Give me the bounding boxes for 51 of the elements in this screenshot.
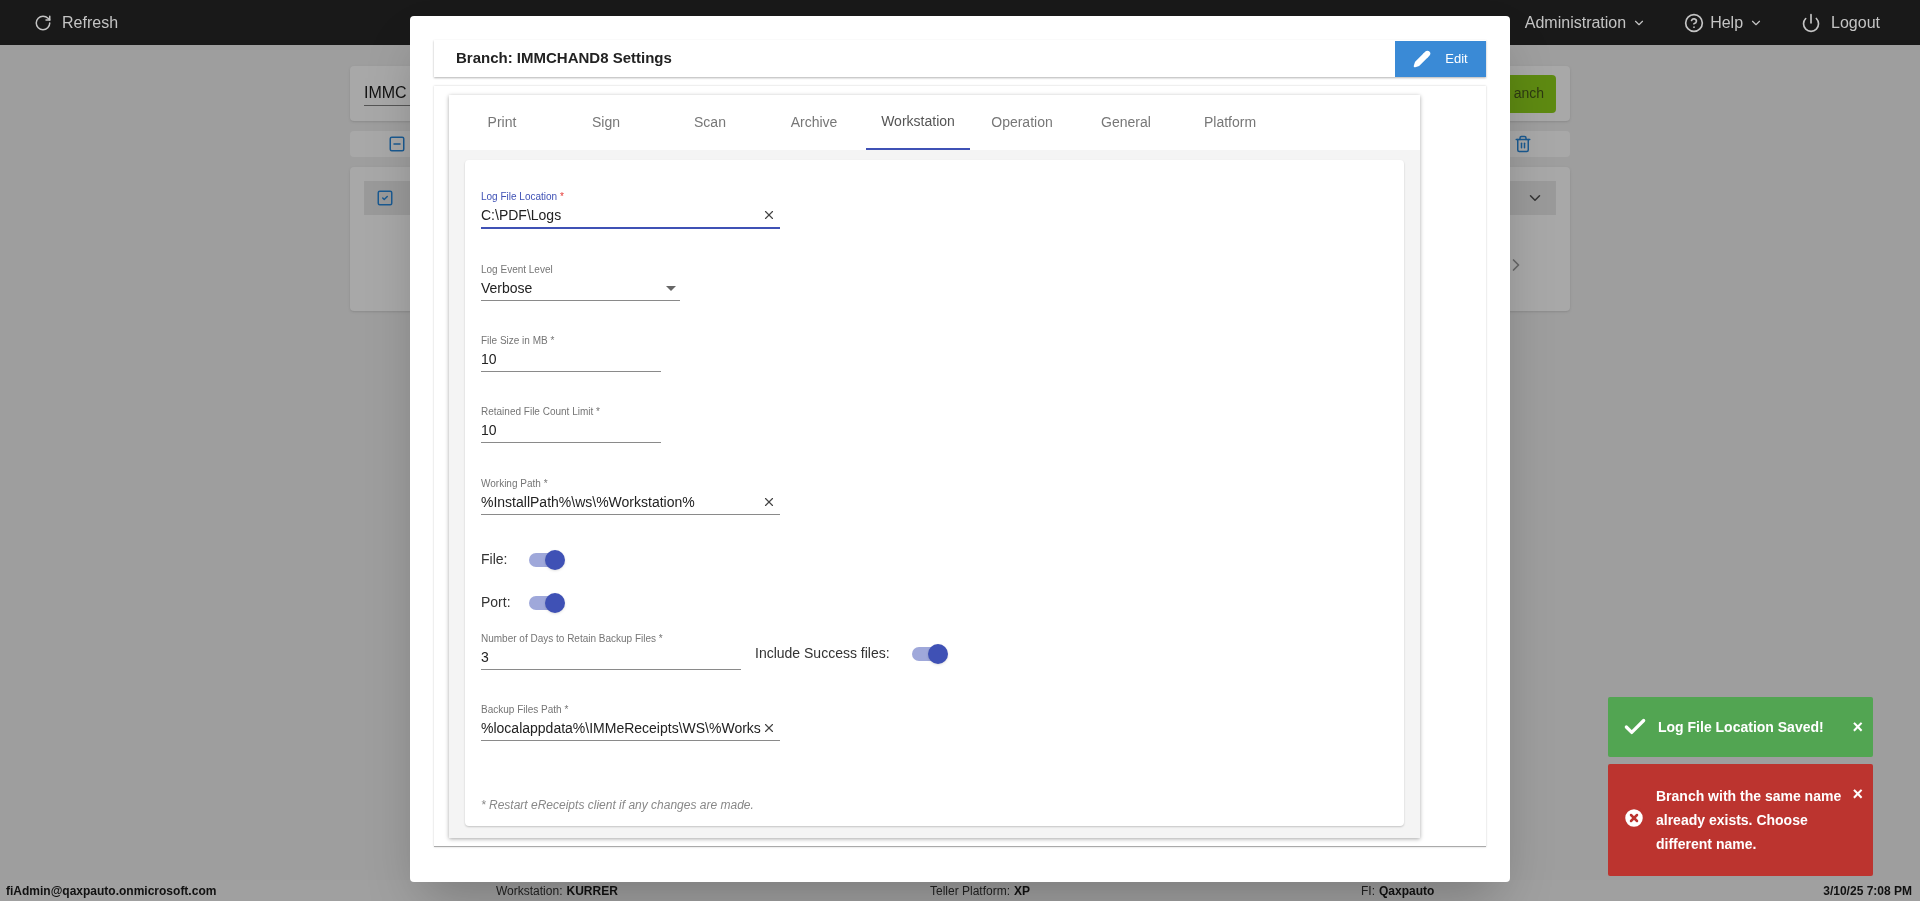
dialog-title: Branch: IMMCHAND8 Settings [456, 48, 672, 69]
power-icon [1801, 12, 1822, 33]
status-label: FI: [1361, 882, 1375, 900]
user-email: fiAdmin@qaxpauto.onmicrosoft.com [6, 882, 218, 900]
toggle-label: Include Success files: [755, 644, 890, 663]
tab[interactable]: Workstation [866, 95, 970, 150]
date-time: 3/10/25 7:08 PM [1823, 882, 1912, 900]
toggle-switch[interactable] [529, 592, 565, 613]
toggle-label: Port: [481, 593, 509, 612]
input-field[interactable]: Working Path * %InstallPath%\ws\%Workstation% [481, 477, 780, 515]
toast-message: Branch with the same name already exists. Choose different name. [1656, 787, 1843, 854]
tab[interactable]: Print [450, 95, 554, 150]
status-value: XP [1014, 882, 1031, 900]
toggle-switch[interactable] [529, 549, 565, 570]
input-field[interactable]: File Size in MB * 10 [481, 334, 661, 372]
tab[interactable]: General [1074, 95, 1178, 150]
status-label: Teller Platform: [930, 882, 1011, 900]
pencil-icon [1413, 49, 1432, 68]
status-value: Qaxpauto [1379, 882, 1435, 900]
refresh-button[interactable]: Refresh [34, 10, 119, 35]
clear-icon[interactable] [762, 495, 776, 509]
tab[interactable]: Scan [658, 95, 762, 150]
toggle-switch[interactable] [911, 643, 948, 664]
deselect-all-icon[interactable] [388, 135, 406, 153]
checkbox-icon[interactable] [376, 189, 394, 207]
help-icon [1684, 12, 1705, 33]
toast-message: Log File Location Saved! [1658, 718, 1825, 737]
toggle-label: File: [481, 550, 509, 569]
refresh-icon [34, 13, 52, 32]
error-icon [1622, 806, 1646, 830]
input-field[interactable]: Backup Files Path * %localappdata%\IMMeReceipts\WS\%Works [481, 703, 780, 741]
clear-icon[interactable] [762, 208, 776, 222]
tab[interactable]: Archive [762, 95, 866, 150]
input-field[interactable]: Number of Days to Retain Backup Files * 3 [481, 632, 741, 670]
tab[interactable]: Platform [1178, 95, 1282, 150]
input-field[interactable]: Log File Location * C:\PDF\Logs [481, 190, 780, 229]
delete-icon[interactable] [1514, 135, 1532, 153]
edit-button[interactable]: Edit [1395, 40, 1486, 77]
tab[interactable]: Operation [970, 95, 1074, 150]
logout-button[interactable]: Logout [1801, 10, 1880, 35]
menu-button[interactable]: Administration [1524, 10, 1647, 35]
input-field[interactable]: Retained File Count Limit * 10 [481, 405, 661, 443]
restart-note: * Restart eReceipts client if any changes are made. [481, 797, 754, 814]
clear-icon[interactable] [762, 721, 776, 735]
status-value: KURRER [566, 882, 618, 900]
close-button[interactable]: × [1852, 784, 1863, 804]
menu-button[interactable]: Help [1684, 10, 1764, 35]
status-label: Workstation: [496, 882, 563, 900]
tab[interactable]: Sign [554, 95, 658, 150]
dropdown-caret-icon [666, 285, 676, 291]
select-field[interactable]: Log Event Level Verbose [481, 263, 680, 301]
